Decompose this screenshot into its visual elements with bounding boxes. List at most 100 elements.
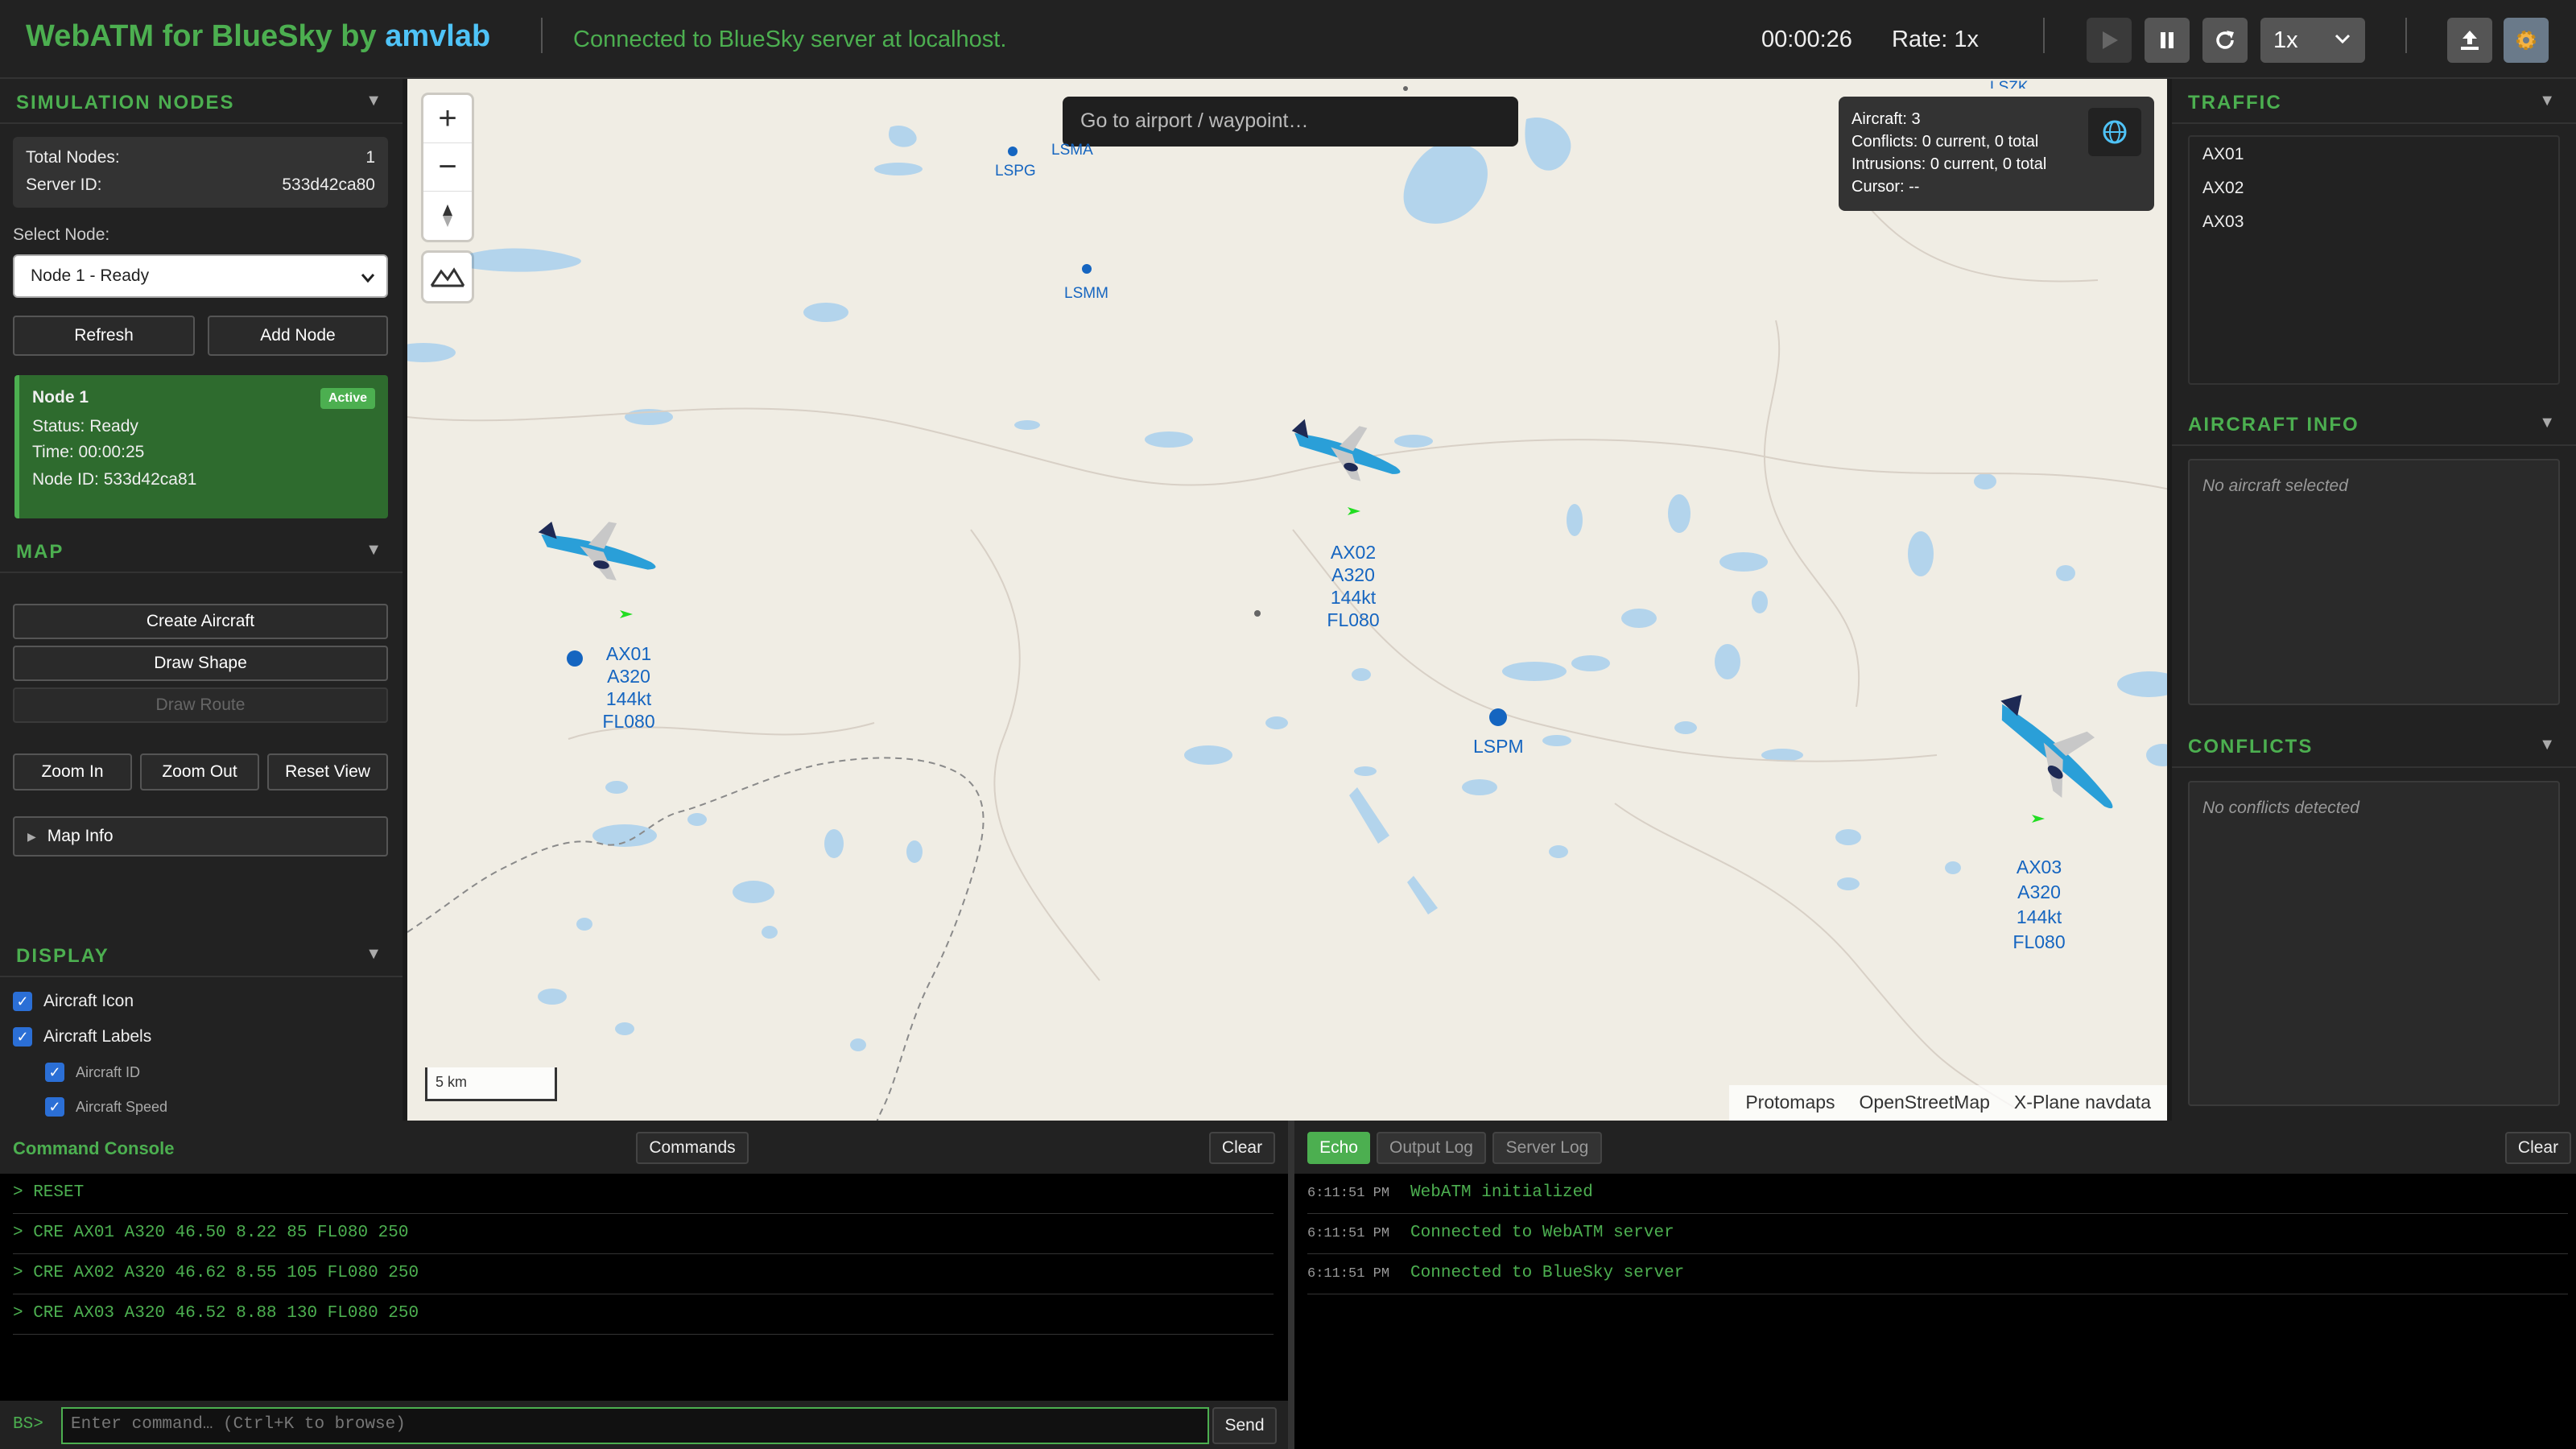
create-aircraft-button[interactable]: Create Aircraft (13, 604, 388, 639)
node-select[interactable]: Node 1 - Ready (13, 254, 388, 298)
speed-select[interactable]: 1x (2260, 18, 2365, 63)
node-time: Time: 00:00:25 (32, 443, 145, 461)
zoom-in-button[interactable]: Zoom In (13, 753, 132, 791)
clear-log-button[interactable]: Clear (2505, 1132, 2571, 1164)
refresh-icon (2216, 31, 2234, 49)
tab-output-log[interactable]: Output Log (1377, 1132, 1486, 1164)
node-id: Node ID: 533d42ca81 (32, 470, 197, 489)
zoom-out-icon[interactable]: − (423, 143, 472, 192)
heading-marker-icon (2032, 815, 2045, 823)
conflicts-box: No conflicts detected (2188, 781, 2560, 1106)
traffic-item[interactable]: AX02 (2190, 171, 2558, 204)
intrusions-count: Intrusions: 0 current, 0 total (1852, 155, 2047, 173)
compass-icon[interactable] (423, 192, 472, 240)
settings-button[interactable] (2504, 18, 2549, 63)
refresh-button[interactable]: Refresh (13, 316, 195, 356)
collapse-icon: ▼ (2539, 414, 2555, 431)
airport-marker[interactable] (1489, 708, 1507, 726)
commands-button[interactable]: Commands (636, 1132, 749, 1164)
traffic-header[interactable]: TRAFFIC ▼ (2172, 79, 2576, 124)
caret-right-icon: ▶ (27, 829, 36, 843)
map-section-header[interactable]: MAP ▼ (0, 528, 402, 573)
node-name: Node 1 (32, 388, 89, 407)
airport-label: LSPG (995, 163, 1036, 180)
app-title: WebATM for BlueSky by amvlab (26, 19, 490, 54)
aircraft-info-box: No aircraft selected (2188, 459, 2560, 705)
traffic-item[interactable]: AX01 (2190, 137, 2558, 171)
command-input[interactable]: Enter command… (Ctrl+K to browse) (61, 1407, 1209, 1444)
aircraft-speed: 144kt (2016, 906, 2062, 927)
attribution-link[interactable]: Protomaps (1745, 1092, 1835, 1114)
projection-toggle[interactable] (2088, 108, 2141, 156)
section-title: MAP (16, 541, 64, 563)
traffic-stats-panel: Aircraft: 3 Conflicts: 0 current, 0 tota… (1839, 97, 2154, 211)
section-title: SIMULATION NODES (16, 92, 235, 114)
aircraft-info-header[interactable]: AIRCRAFT INFO ▼ (2172, 401, 2576, 446)
log-entry: 6:11:51 PM Connected to BlueSky server (1307, 1254, 2568, 1294)
conflicts-header[interactable]: CONFLICTS ▼ (2172, 723, 2576, 768)
sim-nodes-header[interactable]: SIMULATION NODES ▼ (0, 79, 402, 124)
gear-icon (2516, 31, 2536, 50)
mountain-icon (423, 253, 472, 301)
clear-console-button[interactable]: Clear (1209, 1132, 1275, 1164)
draw-shape-button[interactable]: Draw Shape (13, 646, 388, 681)
status-badge: Active (320, 388, 375, 409)
zoom-out-button[interactable]: Zoom Out (140, 753, 259, 791)
aircraft-speed: 144kt (1330, 587, 1377, 608)
aircraft-id-toggle[interactable]: ✓ Aircraft ID (45, 1063, 140, 1082)
node-summary: Total Nodes: 1 Server ID: 533d42ca80 (13, 137, 388, 208)
aircraft-label: AX02 A320 144kt FL080 (1309, 541, 1397, 631)
server-id-value: 533d42ca80 (282, 175, 375, 194)
aircraft-type: A320 (607, 666, 650, 687)
draw-route-button[interactable]: Draw Route (13, 687, 388, 723)
brand-link[interactable]: amvlab (385, 19, 490, 53)
log-message: Connected to BlueSky server (1410, 1264, 1685, 1282)
zoom-in-icon[interactable]: + (423, 95, 472, 143)
airport-search-input[interactable]: Go to airport / waypoint… (1063, 97, 1518, 147)
aircraft-icon[interactable] (523, 506, 668, 594)
brand-text: WebATM for BlueSky by (26, 19, 377, 53)
play-button[interactable] (2087, 18, 2132, 63)
reset-view-button[interactable]: Reset View (267, 753, 388, 791)
aircraft-fl: FL080 (602, 711, 655, 732)
command-input-bar: BS> Enter command… (Ctrl+K to browse) Se… (0, 1401, 1288, 1449)
attribution-link[interactable]: OpenStreetMap (1860, 1092, 1990, 1114)
display-section-header[interactable]: DISPLAY ▼ (0, 932, 402, 977)
section-title: AIRCRAFT INFO (2188, 414, 2359, 436)
chevron-down-icon (2334, 34, 2351, 44)
total-nodes-value: 1 (365, 148, 375, 167)
aircraft-label: AX03 A320 144kt FL080 (1995, 855, 2083, 955)
pause-icon (2161, 32, 2174, 48)
heading-marker-icon (1348, 507, 1360, 515)
upload-button[interactable] (2447, 18, 2492, 63)
aircraft-icon[interactable] (1966, 683, 2143, 828)
map-background (407, 86, 2167, 1121)
traffic-item[interactable]: AX03 (2190, 204, 2558, 238)
reset-sim-button[interactable] (2202, 18, 2248, 63)
airport-marker[interactable] (1008, 147, 1018, 156)
terrain-toggle[interactable] (423, 253, 472, 301)
tab-echo[interactable]: Echo (1307, 1132, 1370, 1164)
aircraft-icon[interactable] (1277, 409, 1414, 497)
add-node-button[interactable]: Add Node (208, 316, 388, 356)
aircraft-speed-toggle[interactable]: ✓ Aircraft Speed (45, 1095, 167, 1119)
aircraft-position-dot[interactable] (567, 650, 583, 667)
divider (2043, 18, 2045, 53)
map-canvas[interactable]: + − Go to airport / waypoint… Aircraft: … (407, 79, 2167, 1121)
send-button[interactable]: Send (1212, 1407, 1277, 1444)
airport-marker[interactable] (1082, 264, 1092, 274)
aircraft-speed: 144kt (605, 688, 652, 709)
aircraft-labels-toggle[interactable]: ✓ Aircraft Labels (13, 1027, 151, 1046)
node-card[interactable]: Node 1 Active Status: Ready Time: 00:00:… (14, 375, 388, 518)
collapse-icon: ▼ (365, 92, 382, 109)
command-console-header: Command Console Commands Clear (0, 1121, 1288, 1174)
splitter[interactable] (1288, 1121, 1294, 1449)
left-sidebar: SIMULATION NODES ▼ Total Nodes: 1 Server … (0, 79, 402, 1121)
pause-button[interactable] (2145, 18, 2190, 63)
attribution-link[interactable]: X-Plane navdata (2014, 1092, 2151, 1114)
tab-server-log[interactable]: Server Log (1492, 1132, 1602, 1164)
heading-marker-icon (620, 610, 633, 618)
map-info-toggle[interactable]: ▶ Map Info (13, 816, 388, 857)
option-label: Aircraft ID (76, 1063, 141, 1080)
aircraft-icon-toggle[interactable]: ✓ Aircraft Icon (13, 992, 134, 1011)
